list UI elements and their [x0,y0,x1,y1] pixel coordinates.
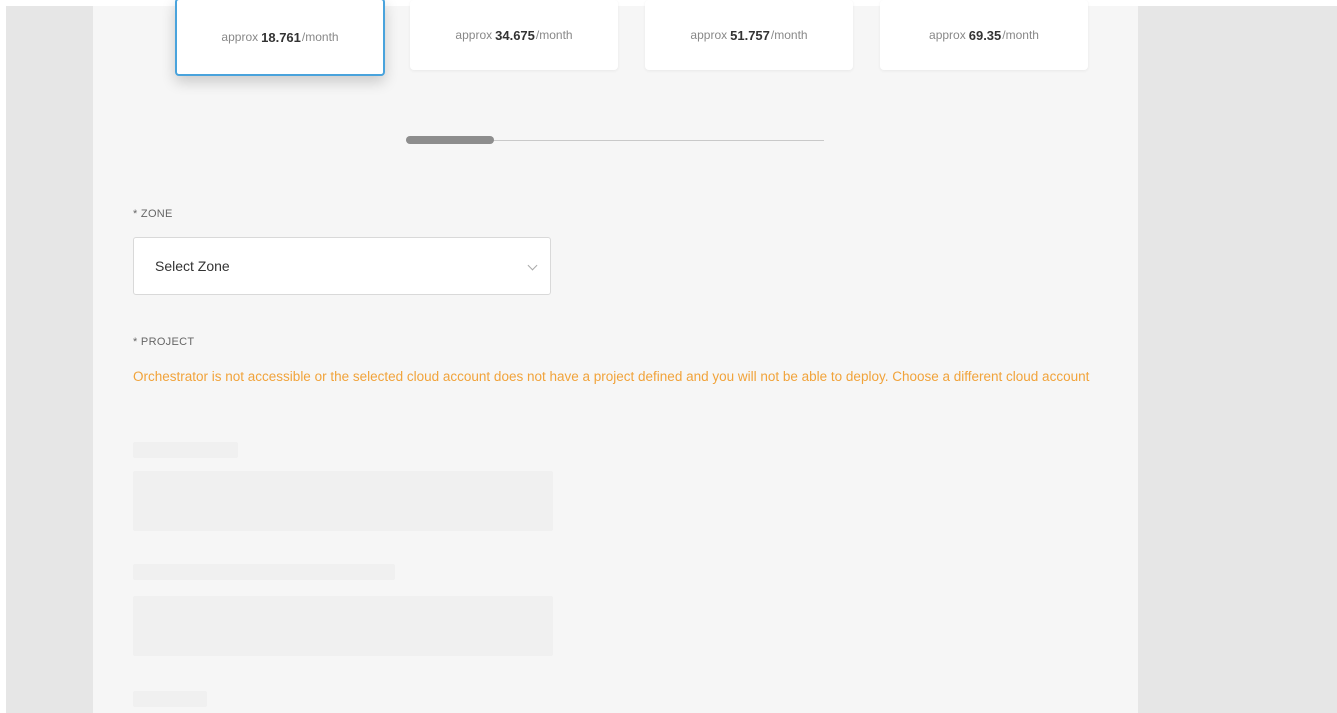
project-warning-message: Orchestrator is not accessible or the se… [133,369,1090,384]
skeleton-label-1 [133,442,238,458]
plan-card-4[interactable]: approx 69.35 /month [880,0,1088,70]
plan-prefix: approx [690,28,728,42]
plan-card-1[interactable]: approx 18.761 /month [175,0,385,76]
plan-prefix: approx [455,28,493,42]
chevron-down-icon [527,260,538,271]
plan-price: 18.761 [261,29,301,45]
skeleton-field-2 [133,596,553,656]
skeleton-field-1 [133,471,553,531]
zone-select[interactable]: Select Zone [133,237,551,295]
zone-label: * ZONE [133,208,173,220]
configuration-panel: approx 18.761 /month approx 34.675 /mont… [93,0,1138,713]
plan-price: 34.675 [495,27,535,43]
plan-price: 51.757 [730,27,770,43]
plan-suffix: /month [535,28,573,42]
plan-suffix: /month [301,30,339,44]
plans-horizontal-scrollbar[interactable] [406,134,824,148]
plan-price: 69.35 [968,27,1002,43]
plan-cards-row: approx 18.761 /month approx 34.675 /mont… [175,0,1095,80]
skeleton-label-2 [133,564,395,580]
viewport: approx 18.761 /month approx 34.675 /mont… [0,0,1337,713]
plan-card-3[interactable]: approx 51.757 /month [645,0,853,70]
plan-card-2[interactable]: approx 34.675 /month [410,0,618,70]
plan-prefix: approx [221,30,259,44]
project-label: * PROJECT [133,336,195,348]
left-gutter [0,0,6,713]
skeleton-label-3 [133,691,207,707]
plan-prefix: approx [929,28,966,42]
plan-suffix: /month [1002,28,1039,42]
scrollbar-thumb[interactable] [406,136,494,144]
plan-suffix: /month [770,28,808,42]
zone-select-value: Select Zone [155,258,230,274]
